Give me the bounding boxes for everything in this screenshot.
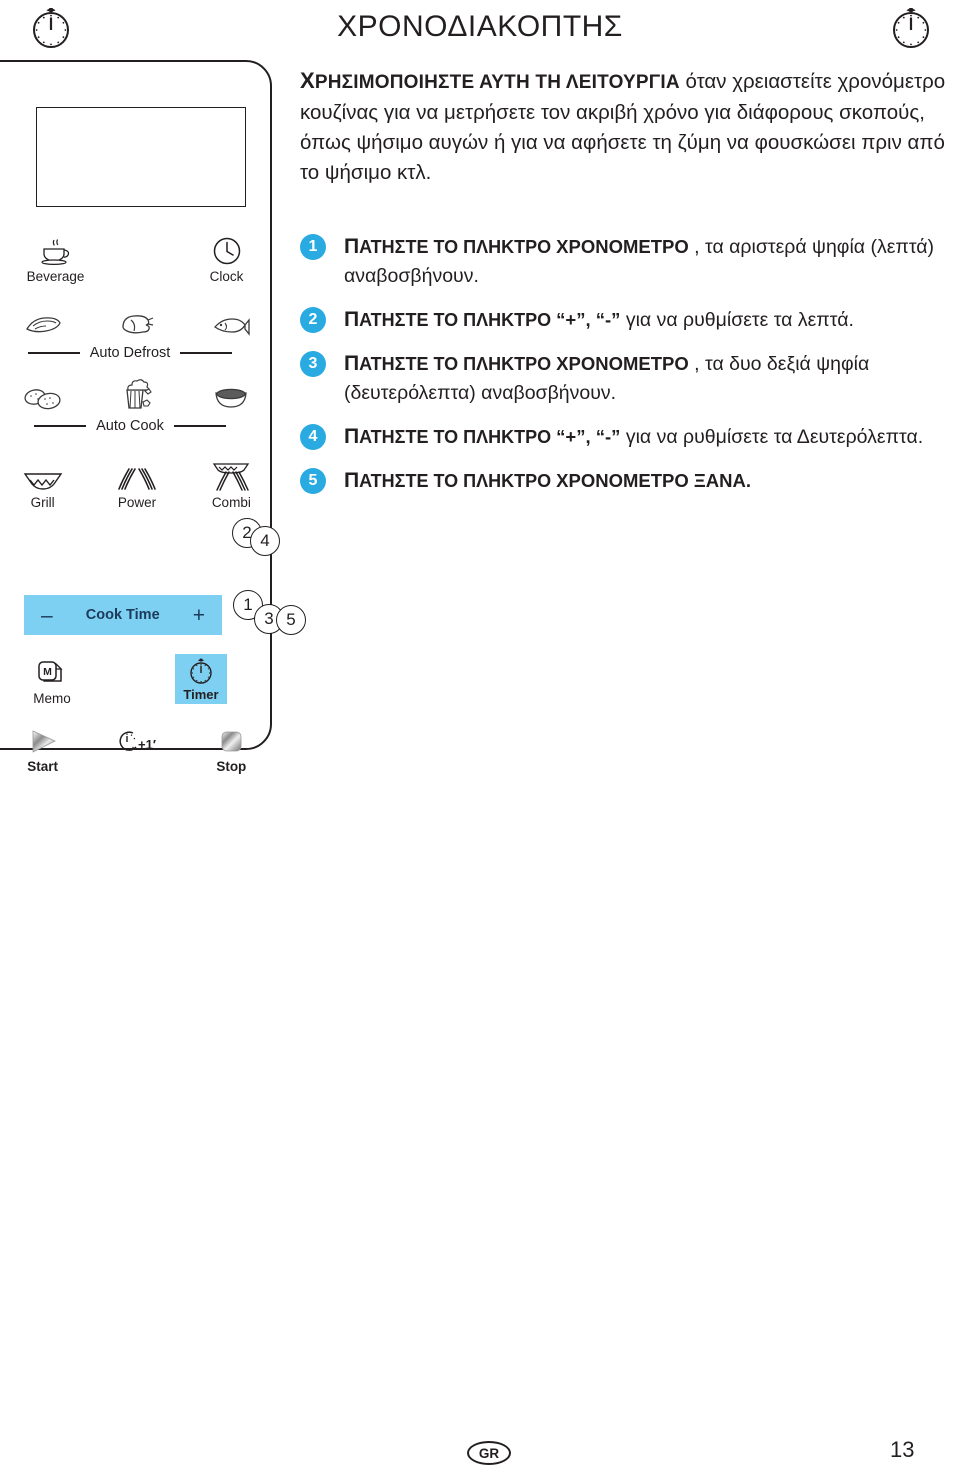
step-rest: για να ρυθμίσετε τα λεπτά.: [620, 309, 854, 331]
svg-text:M: M: [43, 666, 52, 678]
key-clock[interactable]: Clock: [179, 232, 274, 284]
page-number: 13: [890, 1437, 915, 1462]
plus-one-minute-icon: +1′: [112, 722, 162, 756]
divider-line: [173, 425, 226, 427]
memo-icon: M: [36, 654, 68, 688]
fish-icon: [211, 305, 251, 339]
step-rest: για να ρυθμίσετε τα Δευτερόλεπτα.: [620, 426, 924, 448]
step-text: ΠΑΤΗΣΤΕ ΤΟ ΠΛΗΚΤΡΟ ΧΡΟΝΟΜΕΤΡΟ ΞΑΝΑ.: [344, 466, 960, 496]
step-badge: 3: [300, 351, 326, 377]
key-cook-soup[interactable]: [189, 377, 274, 411]
step-badge: 1: [300, 234, 326, 260]
step-text: ΠΑΤΗΣΤΕ ΤΟ ΠΛΗΚΤΡΟ ΧΡΟΝΟΜΕΤΡΟ , τα δυο δ…: [344, 349, 960, 408]
popcorn-icon: [116, 377, 158, 411]
key-grill[interactable]: Grill: [0, 458, 85, 510]
cook-time-label: Cook Time: [85, 607, 160, 623]
key-label: Memo: [33, 691, 71, 706]
locale-badge: GR: [467, 1441, 511, 1465]
step-lead-cap: Π: [344, 235, 360, 258]
key-label: Combi: [211, 495, 251, 510]
step-lead: ΑΤΗΣΤΕ ΤΟ ΠΛΗΚΤΡΟ: [359, 237, 557, 257]
key-label: Grill: [30, 495, 55, 510]
key-defrost-meat[interactable]: [0, 305, 85, 339]
key-defrost-fish[interactable]: [189, 305, 274, 339]
play-triangle-icon: [25, 722, 61, 756]
list-item: 3 ΠΑΤΗΣΤΕ ΤΟ ΠΛΗΚΤΡΟ ΧΡΟΝΟΜΕΤΡΟ , τα δυο…: [300, 349, 960, 408]
manual-page: ΧΡΟΝΟΔΙΑΚΟΠΤΗΣ ΧΡΗΣΙΜΟΠΟΙΗΣΤΕ ΑΥΤΗ ΤΗ ΛΕ…: [0, 0, 960, 1470]
auto-defrost-label: Auto Defrost: [89, 345, 171, 361]
step-lead: ΑΤΗΣΤΕ ΤΟ ΠΛΗΚΤΡΟ: [359, 310, 557, 330]
soup-bowl-icon: [213, 377, 249, 411]
key-combi[interactable]: Combi: [189, 458, 274, 510]
divider-line: [34, 425, 87, 427]
stopwatch-icon: [187, 656, 215, 686]
intro-lead: ΡΗΣΙΜΟΠΟΙΗΣΤΕ ΑΥΤΗ ΤΗ ΛΕΙΤΟΥΡΓΙΑ: [314, 72, 680, 93]
meat-icon: [23, 305, 63, 339]
step-strong: ΧΡΟΝΟΜΕΤΡΟ: [556, 236, 689, 257]
control-panel-diagram: Beverage Clock Auto Defrost Auto Cook Gr…: [0, 60, 274, 774]
step-lead-cap: Π: [344, 425, 360, 448]
potato-icon: [22, 377, 64, 411]
step-strong: “+”, “-”: [556, 309, 621, 330]
key-timer[interactable]: Timer: [175, 654, 227, 704]
key-label: Timer: [183, 687, 219, 702]
key-label: Stop: [216, 759, 247, 774]
callout-marker-4: 4: [250, 526, 280, 556]
combi-icon: [210, 458, 252, 492]
intro-lead-cap: Χ: [300, 68, 315, 93]
cook-time-plus-button[interactable]: +: [193, 605, 205, 626]
step-lead-cap: Π: [344, 308, 360, 331]
cook-time-minus-button[interactable]: –: [41, 605, 53, 626]
step-strong: “+”, “-”: [556, 426, 621, 447]
page-title: ΧΡΟΝΟΔΙΑΚΟΠΤΗΣ: [337, 10, 623, 43]
key-cook-potato[interactable]: [0, 377, 85, 411]
key-power[interactable]: Power: [94, 458, 179, 510]
key-label: Beverage: [26, 269, 85, 284]
auto-cook-group: Auto Cook: [0, 418, 274, 434]
callout-marker-5: 5: [276, 605, 306, 635]
key-memo[interactable]: M Memo: [24, 654, 80, 706]
grill-icon: [22, 458, 64, 492]
divider-line: [27, 352, 80, 354]
intro-paragraph: ΧΡΗΣΙΜΟΠΟΙΗΣΤΕ ΑΥΤΗ ΤΗ ΛΕΙΤΟΥΡΓΙΑ όταν χ…: [300, 66, 948, 188]
list-item: 5 ΠΑΤΗΣΤΕ ΤΟ ΠΛΗΚΤΡΟ ΧΡΟΝΟΜΕΤΡΟ ΞΑΝΑ.: [300, 466, 960, 496]
step-lead: ΑΤΗΣΤΕ ΤΟ ΠΛΗΚΤΡΟ: [359, 354, 557, 374]
key-label: Clock: [209, 269, 244, 284]
stop-square-icon: [216, 722, 246, 756]
clock-icon: [212, 232, 242, 266]
steps-list: 1 ΠΑΤΗΣΤΕ ΤΟ ΠΛΗΚΤΡΟ ΧΡΟΝΟΜΕΤΡΟ , τα αρι…: [300, 232, 960, 510]
key-label: Start: [27, 759, 59, 774]
display-window: [36, 107, 246, 207]
svg-text:+1′: +1′: [138, 737, 156, 752]
auto-defrost-group: Auto Defrost: [0, 345, 274, 361]
step-lead-cap: Π: [344, 352, 360, 375]
step-text: ΠΑΤΗΣΤΕ ΤΟ ΠΛΗΚΤΡΟ “+”, “-” για να ρυθμί…: [344, 305, 960, 335]
cook-time-bar[interactable]: – Cook Time +: [24, 595, 222, 635]
step-text: ΠΑΤΗΣΤΕ ΤΟ ΠΛΗΚΤΡΟ “+”, “-” για να ρυθμί…: [344, 422, 960, 452]
key-start[interactable]: Start: [0, 722, 85, 774]
step-lead: ΑΤΗΣΤΕ ΤΟ ΠΛΗΚΤΡΟ: [359, 427, 557, 447]
list-item: 4 ΠΑΤΗΣΤΕ ΤΟ ΠΛΗΚΤΡΟ “+”, “-” για να ρυθ…: [300, 422, 960, 452]
power-waves-icon: [116, 458, 158, 492]
key-cook-popcorn[interactable]: [94, 377, 179, 411]
chicken-icon: [117, 305, 157, 339]
step-strong: ΧΡΟΝΟΜΕΤΡΟ ΞΑΝΑ.: [556, 470, 752, 491]
step-lead: ΑΤΗΣΤΕ ΤΟ ΠΛΗΚΤΡΟ: [359, 471, 557, 491]
divider-line: [180, 352, 233, 354]
step-badge: 2: [300, 307, 326, 333]
list-item: 1 ΠΑΤΗΣΤΕ ΤΟ ΠΛΗΚΤΡΟ ΧΡΟΝΟΜΕΤΡΟ , τα αρι…: [300, 232, 960, 291]
key-defrost-chicken[interactable]: [94, 305, 179, 339]
key-beverage[interactable]: Beverage: [8, 232, 103, 284]
step-lead-cap: Π: [344, 469, 360, 492]
auto-cook-label: Auto Cook: [96, 418, 164, 434]
coffee-cup-icon: [39, 232, 73, 266]
step-strong: ΧΡΟΝΟΜΕΤΡΟ: [556, 353, 689, 374]
step-badge: 5: [300, 468, 326, 494]
list-item: 2 ΠΑΤΗΣΤΕ ΤΟ ΠΛΗΚΤΡΟ “+”, “-” για να ρυθ…: [300, 305, 960, 335]
step-badge: 4: [300, 424, 326, 450]
key-plus-one-minute[interactable]: +1′: [94, 722, 179, 774]
key-stop[interactable]: Stop: [189, 722, 274, 774]
step-text: ΠΑΤΗΣΤΕ ΤΟ ΠΛΗΚΤΡΟ ΧΡΟΝΟΜΕΤΡΟ , τα αριστ…: [344, 232, 960, 291]
key-label: Power: [117, 495, 157, 510]
